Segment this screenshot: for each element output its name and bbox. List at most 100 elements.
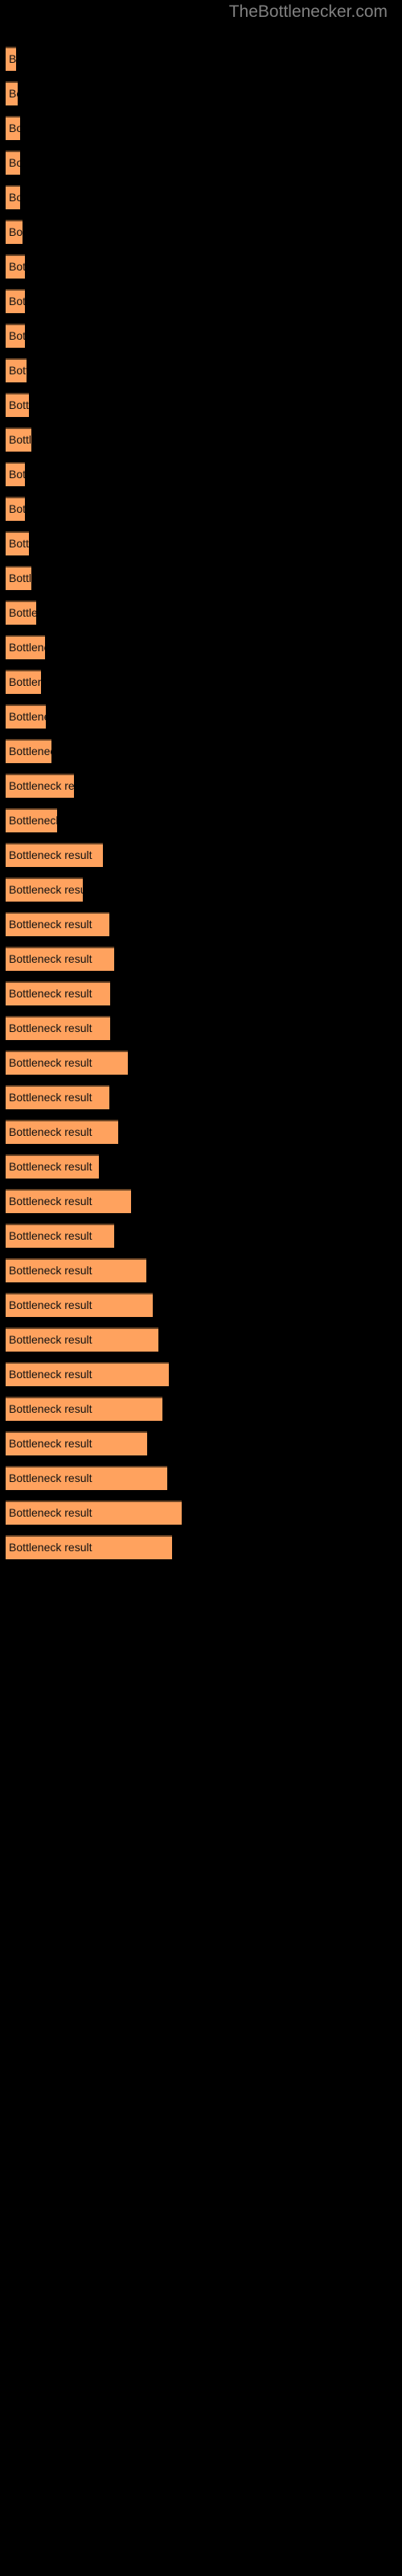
bar-series: Bottleneck result Bottleneck result Bottle…	[0, 0, 402, 2576]
bar-label: Bottleneck result	[9, 1472, 92, 1484]
bar-row: Bottleneck result	[6, 1051, 128, 1075]
bar-row: Bottleneck result	[6, 531, 29, 555]
bar-label: Bottleneck result	[9, 918, 92, 931]
bar-label-clip: Bottleneck result	[6, 1189, 131, 1213]
bar-label: Bottleneck result	[9, 1125, 92, 1138]
bar-label-clip: Bottleneck result	[6, 116, 20, 140]
bar-label-clip: Bottleneck result	[6, 185, 20, 209]
bar-label: Bottleneck result	[9, 364, 27, 377]
bar-label: Bottleneck result	[9, 814, 57, 827]
bar-label: Bottleneck result	[9, 1506, 92, 1519]
bar-label: Bottleneck result	[9, 848, 92, 861]
bar-row: Bottleneck result	[6, 358, 27, 382]
bar-label-clip: Bottleneck result	[6, 1016, 110, 1040]
bar-label-clip: Bottleneck result	[6, 912, 109, 936]
bar-label-clip: Bottleneck result	[6, 843, 103, 867]
bar-label: Bottleneck result	[9, 260, 25, 273]
bar-label: Bottleneck result	[9, 1298, 92, 1311]
bar-row: Bottleneck result	[6, 462, 25, 486]
bar-label: Bottleneck result	[9, 1437, 92, 1450]
bar-label: Bottleneck result	[9, 329, 25, 342]
bar-label: Bottleneck result	[9, 1264, 92, 1277]
bar-label: Bottleneck result	[9, 398, 29, 411]
bar-row: Bottleneck result	[6, 947, 114, 971]
bar-label: Bottleneck result	[9, 779, 74, 792]
bar-row: Bottleneck result	[6, 635, 45, 659]
bar-row: Bottleneck result	[6, 81, 18, 105]
bar-row: Bottleneck result	[6, 1120, 118, 1144]
bar-label-clip: Bottleneck result	[6, 1501, 182, 1525]
bar-label: Bottleneck result	[9, 1229, 92, 1242]
bar-label: Bottleneck result	[9, 122, 20, 134]
bar-label: Bottleneck result	[9, 952, 92, 965]
bar-row: Bottleneck result	[6, 1293, 153, 1317]
bar-label: Bottleneck result	[9, 1402, 92, 1415]
bar-label: Bottleneck result	[9, 1333, 92, 1346]
bar-label: Bottleneck result	[9, 1056, 92, 1069]
bar-label: Bottleneck result	[9, 1091, 92, 1104]
bar-label-clip: Bottleneck result	[6, 462, 25, 486]
bar-label-clip: Bottleneck result	[6, 808, 57, 832]
bar-label-clip: Bottleneck result	[6, 324, 25, 348]
bar-row: Bottleneck result	[6, 1362, 169, 1386]
bar-label-clip: Bottleneck result	[6, 1362, 169, 1386]
bar-label: Bottleneck result	[9, 225, 23, 238]
bar-label: Bottleneck result	[9, 883, 83, 896]
bar-label-clip: Bottleneck result	[6, 220, 23, 244]
bar-label: Bottleneck result	[9, 468, 25, 481]
bar-label: Bottleneck result	[9, 191, 20, 204]
bar-label: Bottleneck result	[9, 433, 31, 446]
bar-row: Bottleneck result	[6, 1189, 131, 1213]
bar-label-clip: Bottleneck result	[6, 1224, 114, 1248]
bar-row: Bottleneck result	[6, 1327, 158, 1352]
bar-row: Bottleneck result	[6, 1431, 147, 1455]
bar-label-clip: Bottleneck result	[6, 1327, 158, 1352]
bar-label: Bottleneck result	[9, 572, 31, 584]
bar-row: Bottleneck result	[6, 497, 25, 521]
bar-row: Bottleneck result	[6, 116, 20, 140]
bar-label-clip: Bottleneck result	[6, 1466, 167, 1490]
bar-label: Bottleneck result	[9, 710, 46, 723]
bar-row: Bottleneck result	[6, 324, 25, 348]
bar-label: Bottleneck result	[9, 52, 16, 65]
bar-label: Bottleneck result	[9, 606, 36, 619]
bar-label: Bottleneck result	[9, 1195, 92, 1208]
bar-label: Bottleneck result	[9, 1022, 92, 1034]
bar-label-clip: Bottleneck result	[6, 566, 31, 590]
bar-label: Bottleneck result	[9, 1541, 92, 1554]
bar-row: Bottleneck result	[6, 1085, 109, 1109]
bar-row: Bottleneck result	[6, 1258, 146, 1282]
bar-label-clip: Bottleneck result	[6, 947, 114, 971]
bar-row: Bottleneck result	[6, 1466, 167, 1490]
bar-row: Bottleneck result	[6, 185, 20, 209]
bottleneck-bar-chart: TheBottlenecker.com Bottleneck resultBot…	[0, 0, 402, 2576]
bar-label-clip: Bottleneck result	[6, 1431, 147, 1455]
bar-row: Bottleneck result	[6, 1224, 114, 1248]
bar-row: Bottleneck result	[6, 151, 20, 175]
bar-label-clip: Bottleneck result	[6, 289, 25, 313]
bar-row: Bottleneck result	[6, 774, 74, 798]
bar-label: Bottleneck result	[9, 987, 92, 1000]
bar-label-clip: Bottleneck result	[6, 704, 46, 729]
bar-label: Bottleneck result	[9, 502, 25, 515]
bar-label-clip: Bottleneck result	[6, 358, 27, 382]
bar-label-clip: Bottleneck result	[6, 81, 18, 105]
bar-label-clip: Bottleneck result	[6, 1120, 118, 1144]
bar-label: Bottleneck result	[9, 537, 29, 550]
bar-row: Bottleneck result	[6, 912, 109, 936]
bar-label: Bottleneck result	[9, 745, 51, 758]
bar-row: Bottleneck result	[6, 427, 31, 452]
bar-label-clip: Bottleneck result	[6, 981, 110, 1005]
bar-row: Bottleneck result	[6, 1501, 182, 1525]
bar-row: Bottleneck result	[6, 393, 29, 417]
bar-label-clip: Bottleneck result	[6, 1085, 109, 1109]
bar-label-clip: Bottleneck result	[6, 151, 20, 175]
bar-label-clip: Bottleneck result	[6, 254, 25, 279]
bar-label-clip: Bottleneck result	[6, 1535, 172, 1559]
bar-label-clip: Bottleneck result	[6, 635, 45, 659]
bar-row: Bottleneck result	[6, 704, 46, 729]
bar-row: Bottleneck result	[6, 739, 51, 763]
bar-label-clip: Bottleneck result	[6, 877, 83, 902]
bar-label: Bottleneck result	[9, 295, 25, 308]
bar-row: Bottleneck result	[6, 220, 23, 244]
